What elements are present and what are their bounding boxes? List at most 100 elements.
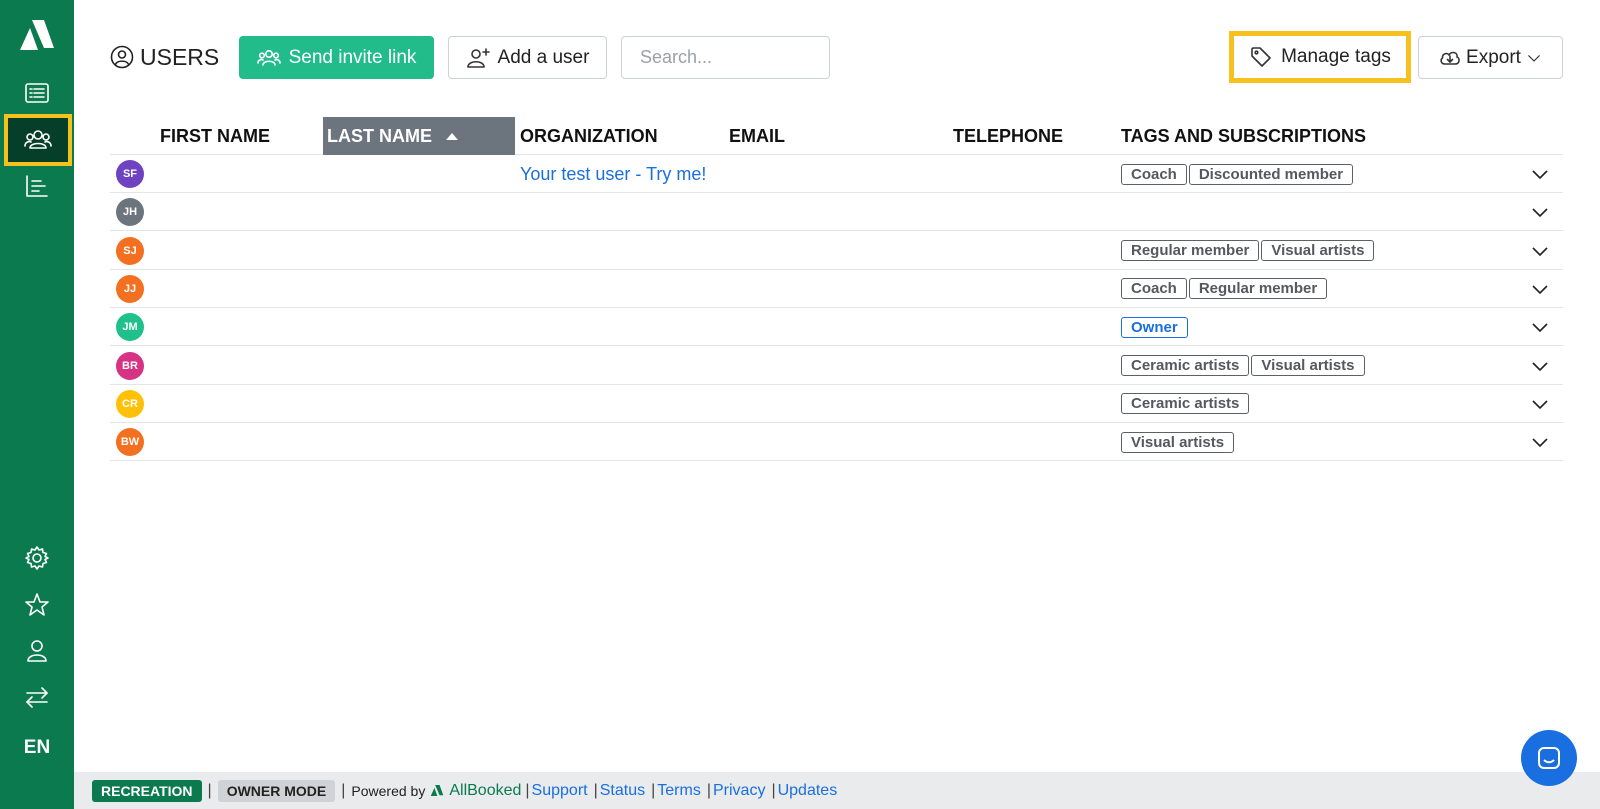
expand-row-button[interactable] [1530, 279, 1550, 299]
allbooked-logo-icon [431, 784, 444, 797]
powered-by-brand[interactable]: AllBooked [449, 782, 521, 800]
tag-badge[interactable]: Coach [1121, 163, 1187, 185]
list-icon [25, 83, 49, 103]
sidebar-item-settings[interactable] [0, 536, 74, 580]
export-button[interactable]: Export [1418, 36, 1563, 79]
sidebar-item-favorites[interactable] [0, 583, 74, 627]
recreation-badge: RECREATION [92, 779, 202, 802]
star-icon [25, 593, 49, 616]
footer-link-support[interactable]: Support [532, 782, 588, 800]
chevron-down-icon [1532, 170, 1548, 180]
chevron-down-icon [1532, 438, 1548, 448]
column-tags[interactable]: TAGS AND SUBSCRIPTIONS [1121, 117, 1366, 155]
sidebar-item-switch[interactable] [0, 675, 74, 719]
powered-by-text: Powered by [351, 782, 426, 799]
table-row[interactable]: CR Ceramic artists [110, 385, 1563, 423]
expand-row-button[interactable] [1530, 394, 1550, 414]
expand-row-button[interactable] [1530, 202, 1550, 222]
expand-row-button[interactable] [1530, 356, 1550, 376]
table-row[interactable]: BW Visual artists [110, 423, 1563, 462]
footer-link-terms[interactable]: Terms [657, 782, 701, 800]
sort-ascending-icon [446, 132, 458, 140]
column-telephone[interactable]: TELEPHONE [953, 117, 1063, 155]
tag-badge[interactable]: Visual artists [1251, 355, 1365, 376]
footer: RECREATION | OWNER MODE | Powered by All… [74, 772, 1600, 809]
footer-link-privacy[interactable]: Privacy [713, 782, 765, 800]
switch-icon [26, 687, 48, 708]
column-last-name-label: LAST NAME [327, 125, 432, 146]
tag-badge[interactable]: Ceramic artists [1121, 355, 1250, 376]
avatar: JH [116, 198, 144, 227]
gear-icon [25, 546, 49, 570]
owner-mode-badge[interactable]: OWNER MODE [217, 779, 336, 802]
tag-badge[interactable]: Regular member [1188, 278, 1328, 300]
add-user-label: Add a user [497, 46, 590, 68]
table-row[interactable]: JM Owner [110, 308, 1563, 347]
tag-badge[interactable]: Coach [1121, 278, 1187, 300]
chevron-down-icon [1532, 285, 1548, 295]
search-input[interactable] [621, 36, 830, 79]
expand-row-button[interactable] [1530, 241, 1550, 261]
tag-list: Ceramic artists [1121, 385, 1250, 423]
avatar: JM [116, 313, 144, 342]
users-icon [24, 130, 52, 149]
table-row[interactable]: BR Ceramic artists Visual artists [110, 347, 1563, 385]
table-row[interactable]: SF Your test user - Try me! Coach Discounte… [110, 155, 1563, 193]
sidebar-item-profile[interactable] [0, 629, 74, 673]
table-row[interactable]: SJ Regular member Visual artists [110, 232, 1563, 270]
column-first-name[interactable]: FIRST NAME [160, 117, 270, 155]
language-switch[interactable]: EN [0, 737, 74, 759]
manage-tags-label: Manage tags [1281, 46, 1391, 67]
column-last-name[interactable]: LAST NAME [323, 117, 515, 155]
expand-row-button[interactable] [1530, 432, 1550, 452]
tag-badge[interactable]: Regular member [1121, 240, 1260, 262]
send-invite-link-label: Send invite link [288, 46, 417, 68]
footer-link-updates[interactable]: Updates [778, 782, 838, 800]
chevron-down-icon [1532, 208, 1548, 218]
sidebar-item-users[interactable] [4, 114, 72, 166]
send-invite-link-button[interactable]: Send invite link [239, 36, 434, 79]
divider: | [525, 781, 530, 799]
tag-list: Regular member Visual artists [1121, 232, 1375, 270]
table-row[interactable]: JH [110, 193, 1563, 232]
sidebar: EN [0, 0, 74, 809]
tag-list: Owner [1121, 308, 1188, 346]
table-row[interactable]: JJ Coach Regular member [110, 270, 1563, 308]
export-label: Export [1466, 46, 1521, 68]
chevron-down-icon [1532, 400, 1548, 409]
avatar: JJ [116, 274, 144, 303]
divider: | [341, 781, 346, 799]
column-email[interactable]: EMAIL [729, 117, 785, 155]
expand-row-button[interactable] [1530, 317, 1550, 337]
expand-row-button[interactable] [1530, 164, 1550, 184]
page-title-text: USERS [140, 43, 220, 70]
avatar: BW [116, 428, 144, 457]
footer-link-status[interactable]: Status [600, 782, 645, 800]
tag-badge[interactable]: Visual artists [1121, 431, 1235, 453]
tag-badge[interactable]: Owner [1121, 316, 1188, 338]
tag-list: Coach Discounted member [1121, 155, 1354, 193]
sidebar-item-bookings[interactable] [0, 71, 74, 115]
powered-by: Powered by AllBooked [351, 782, 521, 800]
page-title: USERS [110, 43, 219, 71]
chevron-down-icon [1532, 361, 1548, 371]
manage-tags-button[interactable]: Manage tags [1229, 31, 1411, 83]
chat-launcher-button[interactable] [1521, 730, 1577, 786]
add-user-icon [466, 47, 490, 68]
tag-badge[interactable]: Visual artists [1261, 240, 1375, 262]
profile-icon [27, 640, 47, 662]
tag-badge[interactable]: Ceramic artists [1121, 393, 1250, 415]
logo-icon[interactable] [18, 18, 56, 52]
chevron-down-icon [1532, 247, 1548, 256]
organization-link[interactable]: Your test user - Try me! [520, 155, 706, 193]
tag-list: Ceramic artists Visual artists [1121, 347, 1365, 385]
cloud-download-icon [1440, 51, 1460, 65]
avatar: BR [116, 351, 144, 380]
add-user-button[interactable]: Add a user [448, 36, 607, 79]
chevron-down-icon [1532, 323, 1548, 333]
tag-icon [1251, 47, 1271, 67]
avatar: SF [116, 160, 144, 188]
sidebar-item-reports[interactable] [0, 164, 74, 208]
tag-badge[interactable]: Discounted member [1188, 163, 1354, 185]
column-organization[interactable]: ORGANIZATION [520, 117, 658, 155]
